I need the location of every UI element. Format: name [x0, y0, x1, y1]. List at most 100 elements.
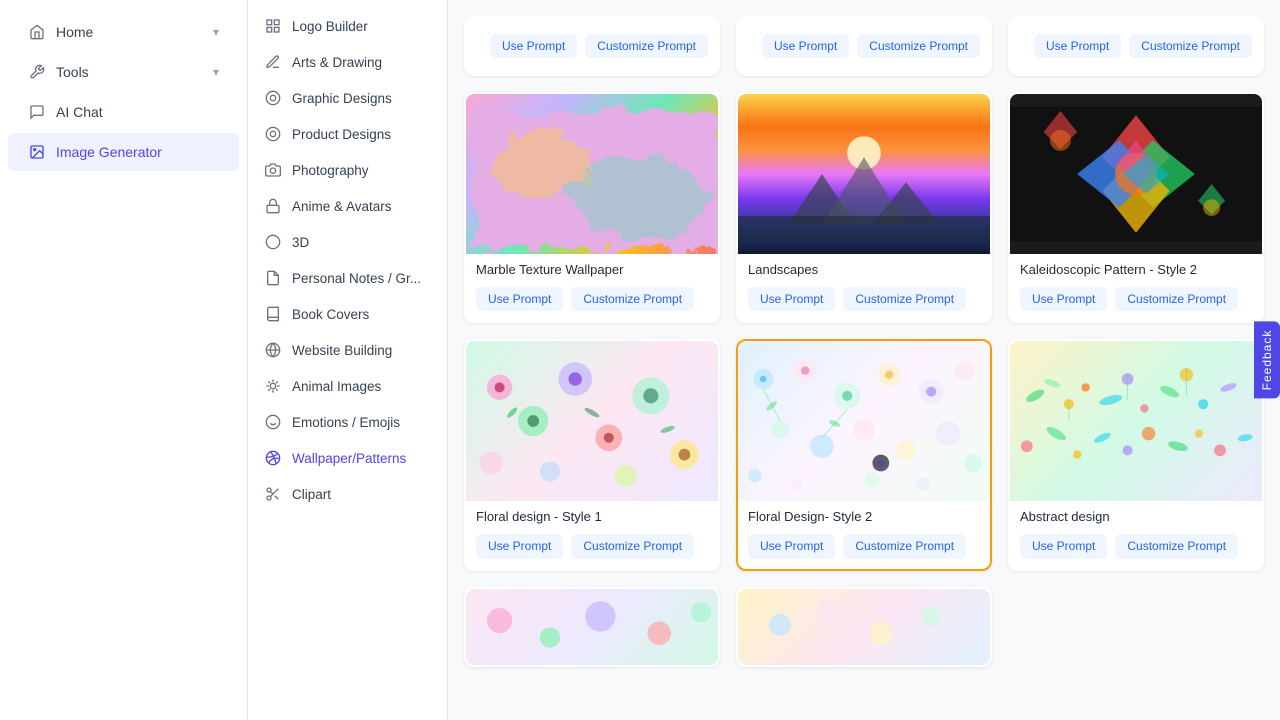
graphic-label: Graphic Designs	[292, 91, 392, 106]
home-label: Home	[56, 24, 203, 40]
marble-customize-btn[interactable]: Customize Prompt	[571, 287, 694, 311]
category-photography[interactable]: Photography	[248, 152, 447, 188]
image-generator-label: Image Generator	[56, 144, 219, 160]
category-clipart[interactable]: Clipart	[248, 476, 447, 512]
sidebar-item-image-generator[interactable]: Image Generator	[8, 133, 239, 171]
category-product-designs[interactable]: Product Designs	[248, 116, 447, 152]
card-abstract-title: Abstract design	[1020, 509, 1252, 526]
abstract-use-btn[interactable]: Use Prompt	[1020, 534, 1107, 558]
sidebar: Home ▾ Tools ▾ AI Chat Image Generator	[0, 0, 248, 720]
category-book-covers[interactable]: Book Covers	[248, 296, 447, 332]
clipart-label: Clipart	[292, 487, 331, 502]
landscapes-use-btn[interactable]: Use Prompt	[748, 287, 835, 311]
sidebar-item-tools[interactable]: Tools ▾	[8, 53, 239, 91]
book-covers-label: Book Covers	[292, 307, 369, 322]
partial-use-btn-1[interactable]: Use Prompt	[490, 34, 577, 58]
main-content: Use Prompt Customize Prompt Use Prompt C…	[448, 0, 1280, 720]
partial-use-btn-3[interactable]: Use Prompt	[1034, 34, 1121, 58]
card-marble: Marble Texture Wallpaper Use Prompt Cust…	[464, 92, 720, 323]
floral1-customize-btn[interactable]: Customize Prompt	[571, 534, 694, 558]
emotions-icon	[264, 413, 282, 431]
category-website-building[interactable]: Website Building	[248, 332, 447, 368]
card-floral1-body: Floral design - Style 1 Use Prompt Custo…	[466, 501, 718, 568]
top-partial-row: Use Prompt Customize Prompt Use Prompt C…	[464, 16, 1264, 76]
landscapes-customize-btn[interactable]: Customize Prompt	[843, 287, 966, 311]
category-3d[interactable]: 3D	[248, 224, 447, 260]
kaleidoscope-use-btn[interactable]: Use Prompt	[1020, 287, 1107, 311]
website-icon	[264, 341, 282, 359]
partial-customize-btn-3[interactable]: Customize Prompt	[1129, 34, 1252, 58]
marble-use-btn[interactable]: Use Prompt	[476, 287, 563, 311]
category-animal-images[interactable]: Animal Images	[248, 368, 447, 404]
card-kaleidoscope-body: Kaleidoscopic Pattern - Style 2 Use Prom…	[1010, 254, 1262, 321]
notes-label: Personal Notes / Gr...	[292, 271, 421, 286]
category-nav: Logo Builder Arts & Drawing Graphic Desi…	[248, 0, 448, 720]
feedback-tab-container: Feedback	[1254, 322, 1280, 399]
product-icon	[264, 125, 282, 143]
photography-icon	[264, 161, 282, 179]
card-landscapes: Landscapes Use Prompt Customize Prompt	[736, 92, 992, 323]
arts-label: Arts & Drawing	[292, 55, 382, 70]
card-marble-title: Marble Texture Wallpaper	[476, 262, 708, 279]
category-anime-avatars[interactable]: Anime & Avatars	[248, 188, 447, 224]
floral2-customize-btn[interactable]: Customize Prompt	[843, 534, 966, 558]
card-abstract-actions: Use Prompt Customize Prompt	[1020, 534, 1252, 558]
card-floral2-title: Floral Design- Style 2	[748, 509, 980, 526]
card-floral2: Floral Design- Style 2 Use Prompt Custom…	[736, 339, 992, 570]
anime-icon	[264, 197, 282, 215]
card-landscapes-actions: Use Prompt Customize Prompt	[748, 287, 980, 311]
feedback-tab[interactable]: Feedback	[1254, 322, 1280, 399]
logo-builder-label: Logo Builder	[292, 19, 368, 34]
clipart-icon	[264, 485, 282, 503]
card-kaleidoscope-actions: Use Prompt Customize Prompt	[1020, 287, 1252, 311]
card-abstract: Abstract design Use Prompt Customize Pro…	[1008, 339, 1264, 570]
floral1-use-btn[interactable]: Use Prompt	[476, 534, 563, 558]
category-personal-notes[interactable]: Personal Notes / Gr...	[248, 260, 447, 296]
card-floral1-actions: Use Prompt Customize Prompt	[476, 534, 708, 558]
card-floral2-actions: Use Prompt Customize Prompt	[748, 534, 980, 558]
card-floral1: Floral design - Style 1 Use Prompt Custo…	[464, 339, 720, 570]
kaleidoscope-customize-btn[interactable]: Customize Prompt	[1115, 287, 1238, 311]
chat-icon	[28, 103, 46, 121]
book-icon	[264, 305, 282, 323]
category-wallpaper-patterns[interactable]: Wallpaper/Patterns	[248, 440, 447, 476]
card-floral1-title: Floral design - Style 1	[476, 509, 708, 526]
logo-builder-icon	[264, 17, 282, 35]
partial-card-2: Use Prompt Customize Prompt	[736, 16, 992, 76]
category-graphic-designs[interactable]: Graphic Designs	[248, 80, 447, 116]
cards-grid: Marble Texture Wallpaper Use Prompt Cust…	[464, 92, 1264, 323]
category-emotions-emojis[interactable]: Emotions / Emojis	[248, 404, 447, 440]
abstract-customize-btn[interactable]: Customize Prompt	[1115, 534, 1238, 558]
arts-icon	[264, 53, 282, 71]
sidebar-item-home[interactable]: Home ▾	[8, 13, 239, 51]
floral2-use-btn[interactable]: Use Prompt	[748, 534, 835, 558]
card-floral2-image	[738, 341, 990, 501]
card-marble-actions: Use Prompt Customize Prompt	[476, 287, 708, 311]
category-logo-builder[interactable]: Logo Builder	[248, 8, 447, 44]
card-bottom-2	[736, 587, 992, 667]
home-chevron: ▾	[213, 25, 219, 39]
partial-customize-btn-1[interactable]: Customize Prompt	[585, 34, 708, 58]
animal-icon	[264, 377, 282, 395]
partial-customize-btn-2[interactable]: Customize Prompt	[857, 34, 980, 58]
card-floral1-image	[466, 341, 718, 501]
card-kaleidoscope-title: Kaleidoscopic Pattern - Style 2	[1020, 262, 1252, 279]
card-bottom-2-image	[738, 589, 990, 667]
category-arts-drawing[interactable]: Arts & Drawing	[248, 44, 447, 80]
wallpaper-label: Wallpaper/Patterns	[292, 451, 406, 466]
card-landscapes-image	[738, 94, 990, 254]
card-abstract-image	[1010, 341, 1262, 501]
card-marble-image	[466, 94, 718, 254]
home-icon	[28, 23, 46, 41]
cards-grid-3	[464, 587, 1264, 667]
card-marble-body: Marble Texture Wallpaper Use Prompt Cust…	[466, 254, 718, 321]
website-label: Website Building	[292, 343, 392, 358]
sidebar-item-aichat[interactable]: AI Chat	[8, 93, 239, 131]
card-landscapes-title: Landscapes	[748, 262, 980, 279]
tools-chevron: ▾	[213, 65, 219, 79]
card-abstract-body: Abstract design Use Prompt Customize Pro…	[1010, 501, 1262, 568]
product-label: Product Designs	[292, 127, 391, 142]
partial-use-btn-2[interactable]: Use Prompt	[762, 34, 849, 58]
3d-label: 3D	[292, 235, 309, 250]
card-bottom-1	[464, 587, 720, 667]
